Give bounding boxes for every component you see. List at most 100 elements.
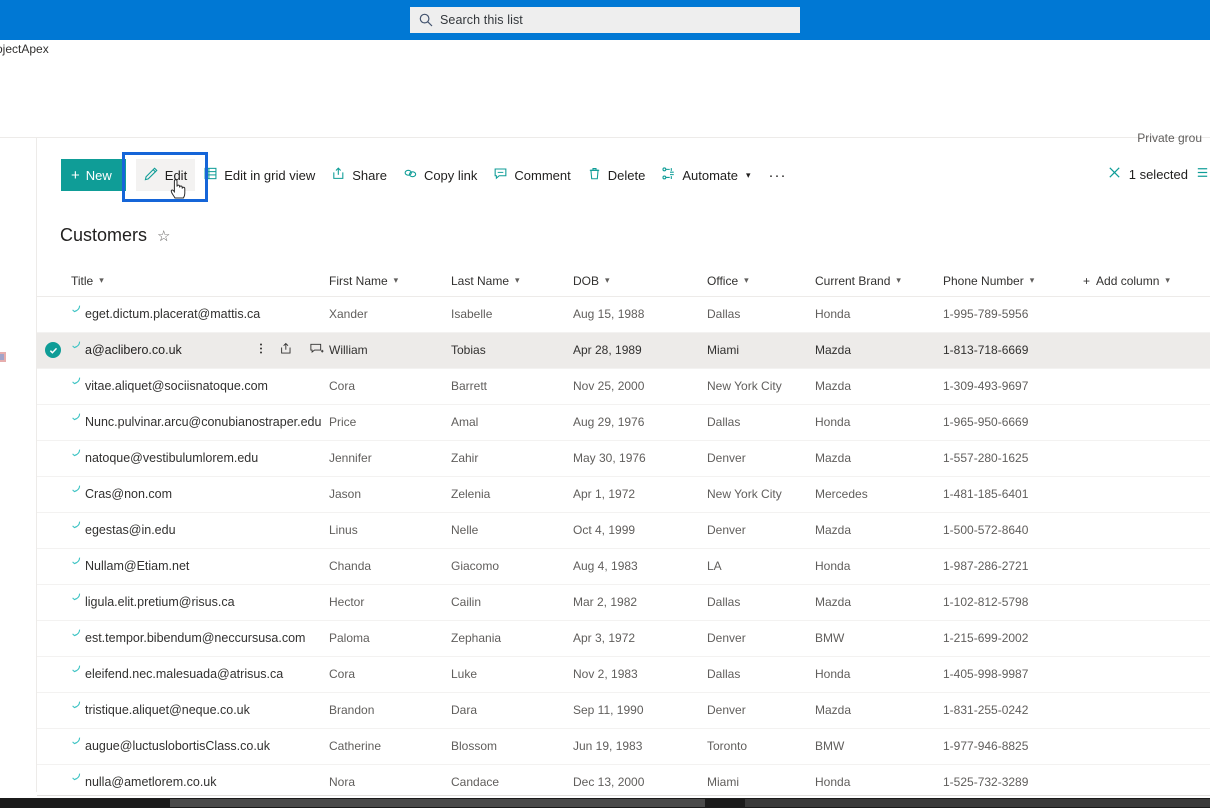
cell-phone-number: 1-405-998-9987 xyxy=(943,656,1083,693)
cell-title[interactable]: eleifend.nec.malesuada@atrisus.ca xyxy=(71,656,329,693)
table-row[interactable]: Nunc.pulvinar.arcu@conubianostraper.edu P… xyxy=(37,404,1210,441)
column-header-first-name[interactable]: First Name ▾ xyxy=(329,266,451,297)
table-row[interactable]: augue@luctuslobortisClass.co.uk Catherine… xyxy=(37,728,1210,765)
scrollbar-thumb[interactable] xyxy=(170,799,705,807)
column-header-dob[interactable]: DOB ▾ xyxy=(573,266,707,297)
copy-link-button[interactable]: Copy link xyxy=(395,159,485,191)
scrollbar-track-right[interactable] xyxy=(745,799,1210,807)
column-header-office[interactable]: Office ▾ xyxy=(707,266,815,297)
table-row[interactable]: a@aclibero.co.uk William Tobias Apr 28, 198… xyxy=(37,332,1210,369)
table-row[interactable]: natoque@vestibulumlorem.edu Jennifer Zahir… xyxy=(37,440,1210,477)
row-select-cell[interactable] xyxy=(37,584,71,621)
cell-title[interactable]: augue@luctuslobortisClass.co.uk xyxy=(71,728,329,765)
column-label: DOB xyxy=(573,273,600,288)
delete-button[interactable]: Delete xyxy=(579,159,654,191)
row-comment-icon[interactable] xyxy=(309,342,325,359)
selected-count-label: 1 selected xyxy=(1128,166,1188,182)
cell-title-text: Nullam@Etiam.net xyxy=(85,559,190,573)
row-select-cell[interactable] xyxy=(37,692,71,729)
overflow-button[interactable]: ··· xyxy=(759,167,797,184)
row-more-icon[interactable] xyxy=(259,341,263,360)
table-row[interactable]: vitae.aliquet@sociisnatoque.com Cora Barre… xyxy=(37,368,1210,405)
cell-title[interactable]: Nunc.pulvinar.arcu@conubianostraper.edu xyxy=(71,404,329,441)
row-share-icon[interactable] xyxy=(279,342,293,359)
cell-empty xyxy=(1083,512,1210,549)
cell-title[interactable]: est.tempor.bibendum@neccursusa.com xyxy=(71,620,329,657)
cell-current-brand: Mazda xyxy=(815,332,943,369)
row-checkbox-checked[interactable] xyxy=(45,342,61,358)
row-select-cell[interactable] xyxy=(37,548,71,585)
close-icon[interactable] xyxy=(1107,165,1122,183)
column-header-title[interactable]: Title ▾ xyxy=(71,266,329,297)
cell-title[interactable]: Nullam@Etiam.net xyxy=(71,548,329,585)
cell-last-name: Zelenia xyxy=(451,476,573,513)
cell-last-name: Tobias xyxy=(451,332,573,369)
table-row[interactable]: Cras@non.com Jason Zelenia Apr 1, 1972 New Y… xyxy=(37,476,1210,513)
cell-dob: Apr 28, 1989 xyxy=(573,332,707,369)
cell-title[interactable]: Cras@non.com xyxy=(71,476,329,513)
cell-current-brand: Honda xyxy=(815,656,943,693)
cell-last-name: Nelle xyxy=(451,512,573,549)
cell-title[interactable]: eget.dictum.placerat@mattis.ca xyxy=(71,296,329,333)
column-header-last-name[interactable]: Last Name ▾ xyxy=(451,266,573,297)
shared-arrow-icon xyxy=(71,556,83,568)
cell-title[interactable]: vitae.aliquet@sociisnatoque.com xyxy=(71,368,329,405)
row-select-cell[interactable] xyxy=(37,296,71,333)
table-row[interactable]: ligula.elit.pretium@risus.ca Hector Cailin… xyxy=(37,584,1210,621)
cell-phone-number: 1-309-493-9697 xyxy=(943,368,1083,405)
list-title-area: Customers ☆ xyxy=(60,225,170,246)
cell-dob: Aug 29, 1976 xyxy=(573,404,707,441)
cell-empty xyxy=(1083,548,1210,585)
cell-office: Toronto xyxy=(707,728,815,765)
cell-dob: Nov 2, 1983 xyxy=(573,656,707,693)
cell-title[interactable]: ligula.elit.pretium@risus.ca xyxy=(71,584,329,621)
search-box[interactable]: Search this list xyxy=(410,7,800,33)
cell-empty xyxy=(1083,440,1210,477)
row-select-cell[interactable] xyxy=(37,656,71,693)
cell-title-text: Nunc.pulvinar.arcu@conubianostraper.edu xyxy=(85,415,322,429)
cell-phone-number: 1-813-718-6669 xyxy=(943,332,1083,369)
row-hover-actions xyxy=(259,341,325,360)
cell-title[interactable]: tristique.aliquet@neque.co.uk xyxy=(71,692,329,729)
cell-title-text: nulla@ametlorem.co.uk xyxy=(85,775,217,789)
cell-title[interactable]: a@aclibero.co.uk xyxy=(71,332,329,369)
cell-title[interactable]: egestas@in.edu xyxy=(71,512,329,549)
add-column-header[interactable]: + Add column ▾ xyxy=(1083,266,1210,297)
row-select-cell[interactable] xyxy=(37,332,71,369)
row-select-cell[interactable] xyxy=(37,440,71,477)
cell-first-name: Brandon xyxy=(329,692,451,729)
edit-in-grid-view-button[interactable]: Edit in grid view xyxy=(195,159,323,191)
grid-bottom-divider xyxy=(37,795,1210,796)
row-select-cell[interactable] xyxy=(37,728,71,765)
row-select-cell[interactable] xyxy=(37,476,71,513)
column-header-current-brand[interactable]: Current Brand ▾ xyxy=(815,266,943,297)
column-header-phone-number[interactable]: Phone Number ▾ xyxy=(943,266,1083,297)
row-select-cell[interactable] xyxy=(37,620,71,657)
row-select-cell[interactable] xyxy=(37,368,71,405)
star-icon[interactable]: ☆ xyxy=(157,227,170,245)
table-row[interactable]: tristique.aliquet@neque.co.uk Brandon Dara… xyxy=(37,692,1210,729)
list-view-icon[interactable] xyxy=(1195,165,1210,183)
search-icon xyxy=(418,12,434,28)
horizontal-scrollbar[interactable] xyxy=(0,798,1210,808)
group-privacy-label: Private grou xyxy=(1137,131,1202,145)
row-select-cell[interactable] xyxy=(37,512,71,549)
chevron-down-icon: ▾ xyxy=(515,275,520,286)
select-all-header[interactable] xyxy=(37,266,71,297)
cell-current-brand: Mercedes xyxy=(815,476,943,513)
automate-button[interactable]: Automate ▾ xyxy=(653,159,758,191)
new-button[interactable]: + New xyxy=(61,159,126,191)
cell-phone-number: 1-987-286-2721 xyxy=(943,548,1083,585)
table-row[interactable]: eget.dictum.placerat@mattis.ca Xander Isab… xyxy=(37,296,1210,333)
shared-arrow-icon xyxy=(71,304,83,316)
comment-button[interactable]: Comment xyxy=(485,159,578,191)
table-row[interactable]: eleifend.nec.malesuada@atrisus.ca Cora Luk… xyxy=(37,656,1210,693)
cell-title[interactable]: natoque@vestibulumlorem.edu xyxy=(71,440,329,477)
row-select-cell[interactable] xyxy=(37,404,71,441)
table-row[interactable]: est.tempor.bibendum@neccursusa.com Paloma… xyxy=(37,620,1210,657)
table-row[interactable]: egestas@in.edu Linus Nelle Oct 4, 1999 Denve… xyxy=(37,512,1210,549)
table-row[interactable]: Nullam@Etiam.net Chanda Giacomo Aug 4, 1983… xyxy=(37,548,1210,585)
new-button-label: New xyxy=(85,167,112,183)
cell-dob: Mar 2, 1982 xyxy=(573,584,707,621)
share-button[interactable]: Share xyxy=(323,159,395,191)
